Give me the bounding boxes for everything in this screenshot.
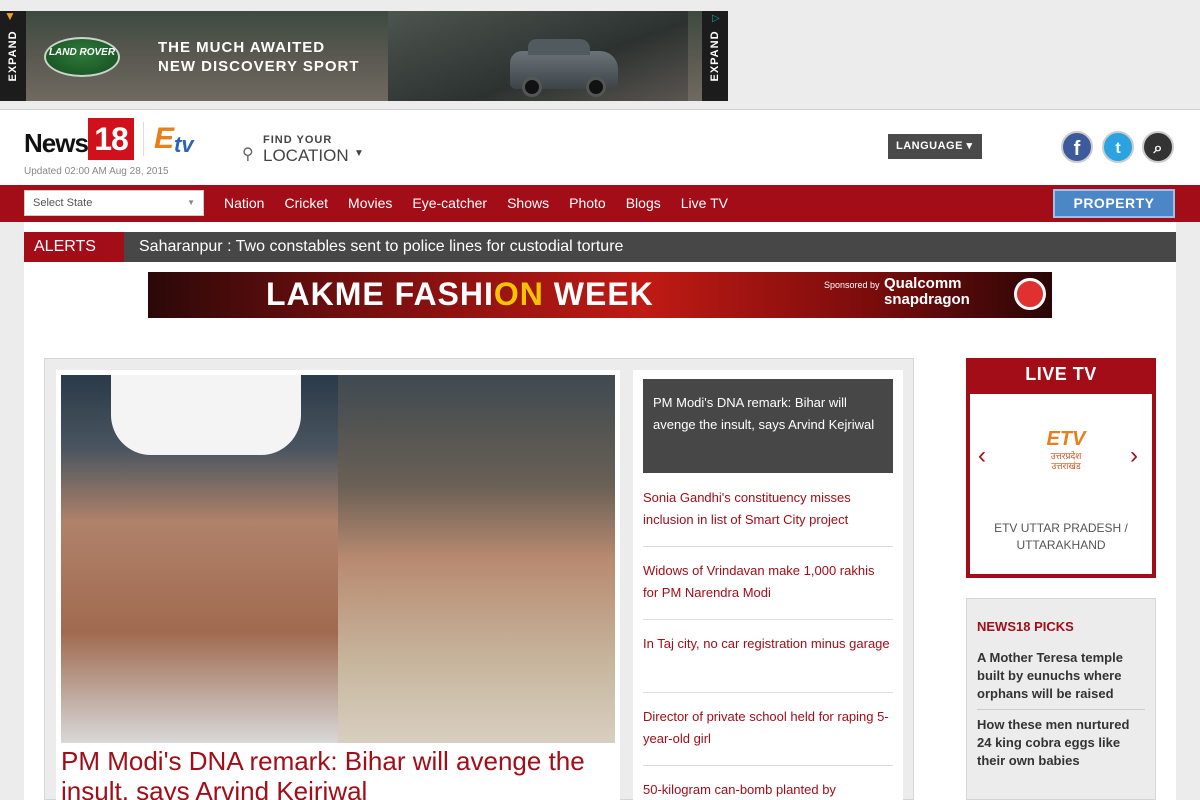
chevron-left-icon[interactable]: ‹ — [978, 442, 986, 470]
story-item[interactable]: 50-kilogram can-bomb planted by — [643, 779, 893, 800]
select-state-dropdown[interactable]: Select State ▼ — [24, 190, 204, 216]
facebook-icon[interactable]: f — [1061, 131, 1093, 163]
nav-item-nation[interactable]: Nation — [224, 185, 264, 222]
etv-up-logo[interactable]: ETV उत्तरप्रदेश उत्तराखंड — [1044, 428, 1088, 480]
location-big-label: LOCATION — [263, 146, 349, 165]
chevron-down-icon: ▼ — [354, 148, 364, 159]
etv-logo[interactable]: Etv — [152, 116, 200, 162]
location-small-label: FIND YOUR — [263, 134, 333, 146]
ad-expand-left-button[interactable]: EXPAND — [0, 11, 26, 101]
pick-divider — [977, 709, 1145, 710]
banner-sponsored-label: Sponsored by — [824, 280, 880, 290]
live-tv-carousel: ‹ ETV उत्तरप्रदेश उत्तराखंड › ETV UTTAR … — [970, 394, 1152, 574]
story-divider — [643, 546, 893, 547]
nav-item-movies[interactable]: Movies — [348, 185, 392, 222]
site-header: News 18 Etv Updated 02:00 AM Aug 28, 201… — [0, 110, 1200, 185]
news18-picks: NEWS18 PICKS A Mother Teresa temple buil… — [966, 598, 1156, 800]
story-item-active[interactable]: PM Modi's DNA remark: Bihar will avenge … — [643, 379, 893, 473]
banner-title: LAKME FASHION WEEK — [266, 276, 654, 312]
language-button[interactable]: LANGUAGE ▾ — [888, 134, 982, 159]
lead-story-headline[interactable]: PM Modi's DNA remark: Bihar will avenge … — [61, 746, 615, 800]
ad-car-image — [510, 39, 618, 97]
cap-shape — [111, 375, 301, 455]
live-tv-title: LIVE TV — [1025, 364, 1097, 384]
ad-info-icon[interactable]: ▷ — [712, 13, 726, 25]
channel-name[interactable]: ETV UTTAR PRADESH / UTTARAKHAND — [970, 520, 1152, 554]
nav-item-photo[interactable]: Photo — [569, 185, 606, 222]
lead-story-image[interactable] — [61, 375, 615, 743]
story-divider — [643, 692, 893, 693]
nav-item-blogs[interactable]: Blogs — [626, 185, 661, 222]
ad-corner-icon: ▼ — [4, 11, 16, 23]
qualcomm-snapdragon-logo: Qualcomm snapdragon — [884, 275, 970, 308]
live-tv-widget: LIVE TV ‹ ETV उत्तरप्रदेश उत्तराखंड › ET… — [966, 358, 1156, 578]
chevron-down-icon: ▼ — [187, 198, 195, 207]
nav-item-eye-catcher[interactable]: Eye-catcher — [412, 185, 487, 222]
top-ad-banner[interactable]: EXPAND ▼ LAND ROVER THE MUCH AWAITED NEW… — [0, 11, 728, 101]
twitter-icon[interactable]: t — [1102, 131, 1134, 163]
pick-item[interactable]: How these men nurtured 24 king cobra egg… — [977, 716, 1145, 770]
snapdragon-icon — [1014, 278, 1046, 310]
chevron-right-icon[interactable]: › — [1130, 442, 1138, 470]
modi-photo — [338, 375, 615, 743]
property-button[interactable]: PROPERTY — [1053, 189, 1175, 218]
ad-headline: THE MUCH AWAITED NEW DISCOVERY SPORT — [158, 39, 360, 75]
lakme-fashion-week-banner[interactable]: LAKME FASHION WEEK Sponsored by Qualcomm… — [148, 272, 1052, 318]
nav-item-shows[interactable]: Shows — [507, 185, 549, 222]
nav-item-cricket[interactable]: Cricket — [284, 185, 328, 222]
updated-timestamp: Updated 02:00 AM Aug 28, 2015 — [24, 166, 169, 177]
story-item[interactable]: In Taj city, no car registration minus g… — [643, 633, 893, 655]
pick-item[interactable]: A Mother Teresa temple built by eunuchs … — [977, 649, 1145, 703]
picks-title: NEWS18 PICKS — [977, 619, 1074, 634]
story-item[interactable]: Sonia Gandhi's constituency misses inclu… — [643, 487, 893, 531]
search-icon[interactable]: ⌕ — [1142, 131, 1174, 163]
story-divider — [643, 619, 893, 620]
story-item[interactable]: Director of private school held for rapi… — [643, 706, 893, 750]
story-divider — [643, 765, 893, 766]
main-nav: Select State ▼ Nation Cricket Movies Eye… — [0, 185, 1200, 222]
nav-item-live-tv[interactable]: Live TV — [681, 185, 728, 222]
logo-divider — [143, 122, 144, 156]
land-rover-logo: LAND ROVER — [44, 37, 120, 77]
alerts-ticker: ALERTS Saharanpur : Two constables sent … — [24, 232, 1176, 262]
story-item[interactable]: Widows of Vrindavan make 1,000 rakhis fo… — [643, 560, 893, 604]
location-pin-icon: ⚲ — [242, 146, 254, 163]
alert-message[interactable]: Saharanpur : Two constables sent to poli… — [139, 232, 623, 262]
alerts-label: ALERTS — [24, 232, 124, 262]
nav-items: Nation Cricket Movies Eye-catcher Shows … — [224, 185, 748, 222]
